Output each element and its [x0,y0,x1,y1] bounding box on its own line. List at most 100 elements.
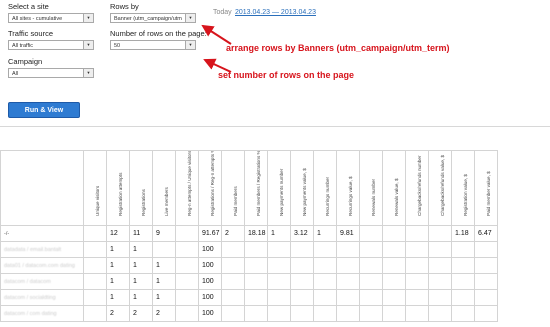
row-label: data01 / datacom.com dating [0,257,84,274]
table-cell: 100 [198,289,222,306]
table-cell [359,225,383,242]
column-header[interactable]: Recurrings value, $ [336,150,360,226]
table-cell [175,225,199,242]
table-cell [451,305,475,322]
table-cell: 6.47 [474,225,498,242]
column-header[interactable]: Paid member value, $ [474,150,498,226]
column-header[interactable]: Paid members [221,150,245,226]
table-cell: 1 [106,257,130,274]
table-body: -/- 12 11 9 91.67 2 18.18 1 3.12 1 9.81 1.18 6.47 dat… [0,225,498,322]
table-cell [313,257,337,274]
table-cell: 1 [152,257,176,274]
campaign-select[interactable]: All ▼ [8,68,94,78]
table-cell: 1 [313,225,337,242]
table-cell [175,305,199,322]
column-header[interactable]: Paid members / Registrations % [244,150,268,226]
column-header-label: New payments value, $ [302,168,307,216]
column-header[interactable]: Renewals value, $ [382,150,406,226]
column-header[interactable]: Registration attempts [106,150,130,226]
table-cell [382,225,406,242]
column-header[interactable]: Registration value, $ [451,150,475,226]
table-cell [175,257,199,274]
row-label: -/- [0,225,84,242]
table-cell [83,273,107,290]
table-cell [405,273,429,290]
table-cell [313,289,337,306]
table-cell: 2 [106,305,130,322]
table-header-row: Unique visitors Registration attempts Regi… [0,150,498,226]
table-cell [382,241,406,258]
row-label: datacom / com dating [0,305,84,322]
table-cell [83,257,107,274]
table-cell: 100 [198,273,222,290]
table-cell [336,289,360,306]
column-header[interactable]: Unique visitors [83,150,107,226]
chevron-down-icon: ▼ [83,41,93,49]
run-view-button[interactable]: Run & View [8,102,80,118]
rows-by-select[interactable]: Banner (utm_campaign/utm ▼ [110,13,196,23]
table-cell: 1 [106,241,130,258]
table-cell: 1 [152,273,176,290]
table-cell: 18.18 [244,225,268,242]
divider [0,126,550,127]
table-row[interactable]: data01 / datacom.com dating 1 1 1 100 [0,257,498,274]
table-cell [83,289,107,306]
table-cell [474,305,498,322]
column-header-label: Unique visitors [95,185,100,216]
table-cell: 1 [267,225,291,242]
table-cell: 2 [152,305,176,322]
table-cell [313,273,337,290]
table-cell [313,305,337,322]
traffic-source-select[interactable]: All traffic ▼ [8,40,94,50]
annotation-rows-number: set number of rows on the page [218,70,355,80]
column-header[interactable]: Registrations [129,150,153,226]
site-select[interactable]: All sites - cumulative ▼ [8,13,94,23]
table-row[interactable]: -/- 12 11 9 91.67 2 18.18 1 3.12 1 9.81 1.18 6.47 [0,225,498,242]
column-header-label: Chargebacks/refunds value, $ [440,154,445,216]
table-cell: 2 [221,225,245,242]
table-cell [290,273,314,290]
date-range-link[interactable]: 2013.04.23 — 2013.04.23 [235,9,316,16]
table-cell: 9.81 [336,225,360,242]
table-row[interactable]: datacom / com dating 2 2 2 100 [0,305,498,322]
site-select-value: All sites - cumulative [12,16,63,22]
table-cell [359,305,383,322]
table-cell [221,305,245,322]
table-cell [83,305,107,322]
column-header[interactable]: Registrations / Reg-n attempts % [198,150,222,226]
table-cell [336,241,360,258]
rows-number-select[interactable]: 50 ▼ [110,40,196,50]
site-label: Select a site [8,2,49,11]
column-header[interactable]: Chargebacks/refunds number [405,150,429,226]
row-label: datadata / email.bantalt [0,241,84,258]
column-header[interactable]: Recurrings number [313,150,337,226]
table-cell [152,241,176,258]
table-row[interactable]: datacom / socialdting 1 1 1 100 [0,289,498,306]
row-label: datacom / datacom [0,273,84,290]
table-cell [336,257,360,274]
table-cell [290,289,314,306]
table-cell [428,289,452,306]
table-row[interactable]: datacom / datacom 1 1 1 100 [0,273,498,290]
column-header-label: Registration value, $ [463,174,468,216]
table-cell: 1 [129,241,153,258]
column-header-label: Live members [164,187,169,216]
table-cell: 1 [106,289,130,306]
column-header[interactable]: New payments value, $ [290,150,314,226]
column-header [0,150,84,226]
table-cell [267,305,291,322]
column-header[interactable]: Renewals number [359,150,383,226]
column-header[interactable]: Live members [152,150,176,226]
table-cell: 1 [129,257,153,274]
table-cell [290,241,314,258]
column-header[interactable]: New payments number [267,150,291,226]
column-header[interactable]: Reg-n attempts / Unique visitors % [175,150,199,226]
column-header-label: Renewals value, $ [394,178,399,216]
annotation-rows-by: arrange rows by Banners (utm_campaign/ut… [226,43,450,53]
traffic-source-value: All traffic [12,43,33,49]
table-cell [382,305,406,322]
table-cell: 91.67 [198,225,222,242]
table-row[interactable]: datadata / email.bantalt 1 1 100 [0,241,498,258]
column-header[interactable]: Chargebacks/refunds value, $ [428,150,452,226]
table-cell [382,257,406,274]
